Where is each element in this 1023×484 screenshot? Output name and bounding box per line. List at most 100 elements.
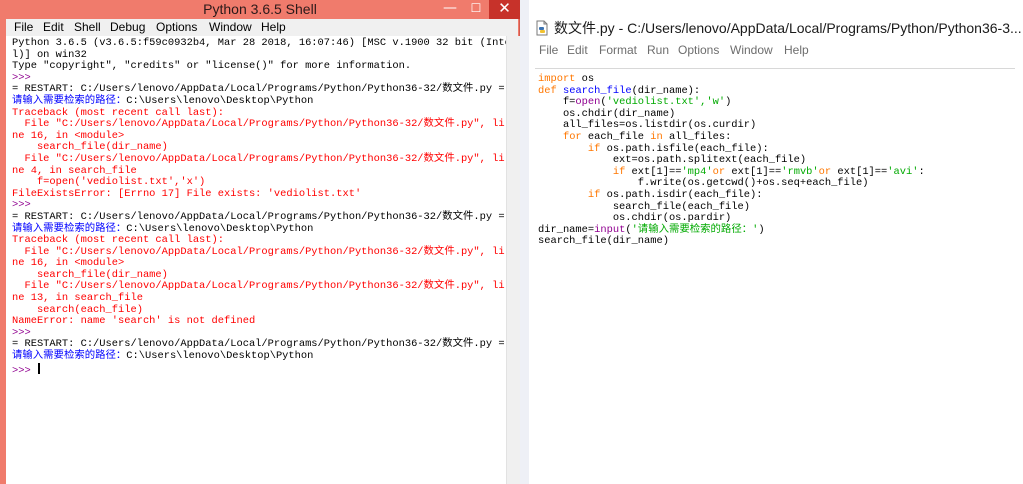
editor-token: input xyxy=(594,223,626,236)
shell-token: = RESTART: C:/Users/lenovo/AppData/Local… xyxy=(12,338,505,351)
shell-token: >>> xyxy=(12,71,37,84)
editor-token: ext[1]== xyxy=(725,165,782,178)
maximize-button[interactable]: ☐ xyxy=(463,0,489,19)
shell-menu-options[interactable]: Options xyxy=(156,19,197,36)
editor-line: search_file(dir_name) xyxy=(538,236,1015,248)
shell-menu-edit[interactable]: Edit xyxy=(43,19,64,36)
shell-line: >>> xyxy=(12,362,506,377)
shell-line: Type "copyright", "credits" or "license(… xyxy=(12,60,506,73)
shell-token: File "C:/Users/lenovo/AppData/Local/Prog… xyxy=(12,245,505,258)
editor-token xyxy=(538,189,588,201)
shell-menu-file[interactable]: File xyxy=(14,19,33,36)
shell-line: NameError: name 'search' is not defined xyxy=(12,315,506,328)
editor-title-bar[interactable]: 数文件.py - C:/Users/lenovo/AppData/Local/P… xyxy=(529,0,1023,40)
editor-menu-file[interactable]: File xyxy=(539,40,558,60)
shell-token: C:\Users\lenovo\Desktop\Python xyxy=(126,222,314,235)
shell-token: 请输入需要检索的路径： xyxy=(12,94,127,107)
shell-token: = RESTART: C:/Users/lenovo/AppData/Local… xyxy=(12,210,505,223)
editor-token: 'vediolist.txt','w' xyxy=(606,96,726,109)
editor-token: all_files: xyxy=(662,130,732,143)
editor-token: f.write(os.getcwd()+os.seq+each_file) xyxy=(538,177,869,190)
editor-token xyxy=(538,166,613,178)
editor-token xyxy=(538,131,563,143)
editor-window-title: 数文件.py - C:/Users/lenovo/AppData/Local/P… xyxy=(554,20,1022,36)
shell-token: ne 13, in search_file xyxy=(12,292,143,305)
editor-token: 'rmvb' xyxy=(781,165,819,178)
editor-token: os xyxy=(575,73,595,85)
python-file-icon xyxy=(536,20,548,36)
shell-menu-debug[interactable]: Debug xyxy=(110,19,145,36)
editor-token: '请输入需要检索的路径：' xyxy=(631,223,759,236)
shell-token: C:\Users\lenovo\Desktop\Python xyxy=(126,94,314,107)
editor-menu-window[interactable]: Window xyxy=(730,40,773,60)
editor-token: open xyxy=(575,96,601,109)
shell-token: Traceback (most recent call last): xyxy=(12,234,225,247)
editor-token: ) xyxy=(758,223,765,236)
minimize-button[interactable]: — xyxy=(437,0,463,19)
editor-token: search_file(dir_name) xyxy=(538,235,669,248)
shell-token: File "C:/Users/lenovo/AppData/Local/Prog… xyxy=(12,118,505,131)
editor-token: for xyxy=(562,130,582,143)
editor-token: 'mp4' xyxy=(681,165,713,178)
shell-token: ne 4, in search_file xyxy=(12,164,137,177)
editor-token: dir_name= xyxy=(538,223,595,236)
desktop-gap xyxy=(520,0,529,484)
shell-token: Type "copyright", "credits" or "license(… xyxy=(12,60,412,73)
shell-title-bar[interactable]: Python 3.6.5 Shell — ☐ ✕ xyxy=(0,0,520,19)
shell-menu-window[interactable]: Window xyxy=(209,19,252,36)
shell-menu-bar: File Edit Shell Debug Options Window Hel… xyxy=(6,19,518,36)
shell-token: Traceback (most recent call last): xyxy=(12,106,225,119)
shell-token: 请输入需要检索的路径： xyxy=(12,350,127,363)
editor-token: search_file(each_file) xyxy=(538,200,751,213)
shell-output-area[interactable]: Python 3.6.5 (v3.6.5:f59c0932b4, Mar 28 … xyxy=(6,36,506,484)
editor-menu-format[interactable]: Format xyxy=(599,40,637,60)
editor-code-area[interactable]: import os def search_file(dir_name): f=op… xyxy=(535,68,1015,479)
editor-token: : xyxy=(918,165,925,178)
shell-token: f=open('vediolist.txt','x') xyxy=(12,176,206,189)
shell-token: >>> xyxy=(12,364,37,377)
editor-token: (dir_name): xyxy=(631,84,701,97)
shell-menu-help[interactable]: Help xyxy=(261,19,286,36)
shell-token: >>> xyxy=(12,199,37,212)
editor-token: import xyxy=(538,73,576,85)
editor-menu-options[interactable]: Options xyxy=(678,40,719,60)
shell-menu-shell[interactable]: Shell xyxy=(74,19,101,36)
editor-token: def xyxy=(538,84,557,97)
editor-token: ) xyxy=(725,96,732,109)
shell-token: Python 3.6.5 (v3.6.5:f59c0932b4, Mar 28 … xyxy=(12,37,506,49)
editor-token: if xyxy=(587,142,601,155)
shell-token: C:\Users\lenovo\Desktop\Python xyxy=(126,350,314,363)
text-cursor xyxy=(37,362,40,374)
shell-token: l)] on win32 xyxy=(12,48,87,61)
shell-token: search(each_file) xyxy=(12,303,143,316)
editor-token: if xyxy=(612,165,626,178)
editor-token: in xyxy=(650,130,663,143)
editor-token: if xyxy=(587,188,601,201)
shell-token: ne 16, in <module> xyxy=(12,257,125,270)
shell-transcript: Python 3.6.5 (v3.6.5:f59c0932b4, Mar 28 … xyxy=(6,36,506,377)
shell-token: File "C:/Users/lenovo/AppData/Local/Prog… xyxy=(12,152,505,165)
editor-token: os.path.isdir(each_file): xyxy=(600,188,763,201)
editor-token: or xyxy=(818,165,832,178)
close-button[interactable]: ✕ xyxy=(489,0,520,19)
editor-token: all_files=os.listdir(os.curdir) xyxy=(538,119,757,132)
editor-menu-help[interactable]: Help xyxy=(784,40,809,60)
shell-scrollbar[interactable] xyxy=(506,36,520,484)
editor-token: os.chdir(os.pardir) xyxy=(538,212,732,225)
editor-token xyxy=(538,143,588,155)
shell-token: FileExistsError: [Errno 17] File exists:… xyxy=(12,187,362,200)
shell-window: Python 3.6.5 Shell — ☐ ✕ File Edit Shell… xyxy=(0,0,520,484)
editor-token: 'avi' xyxy=(887,165,919,178)
shell-token: 请输入需要检索的路径： xyxy=(12,222,127,235)
editor-menu-bar: File Edit Format Run Options Window Help xyxy=(529,40,1023,60)
shell-token: File "C:/Users/lenovo/AppData/Local/Prog… xyxy=(12,280,505,293)
shell-token: NameError: name 'search' is not defined xyxy=(12,315,256,328)
editor-token: os.chdir(dir_name) xyxy=(538,107,676,120)
editor-token: ext[1]== xyxy=(625,165,682,178)
editor-token: or xyxy=(712,165,726,178)
editor-token: os.path.isfile(each_file): xyxy=(600,142,769,155)
editor-menu-run[interactable]: Run xyxy=(647,40,669,60)
editor-menu-edit[interactable]: Edit xyxy=(567,40,588,60)
shell-token: ne 16, in <module> xyxy=(12,129,125,142)
editor-token: f= xyxy=(538,96,576,109)
